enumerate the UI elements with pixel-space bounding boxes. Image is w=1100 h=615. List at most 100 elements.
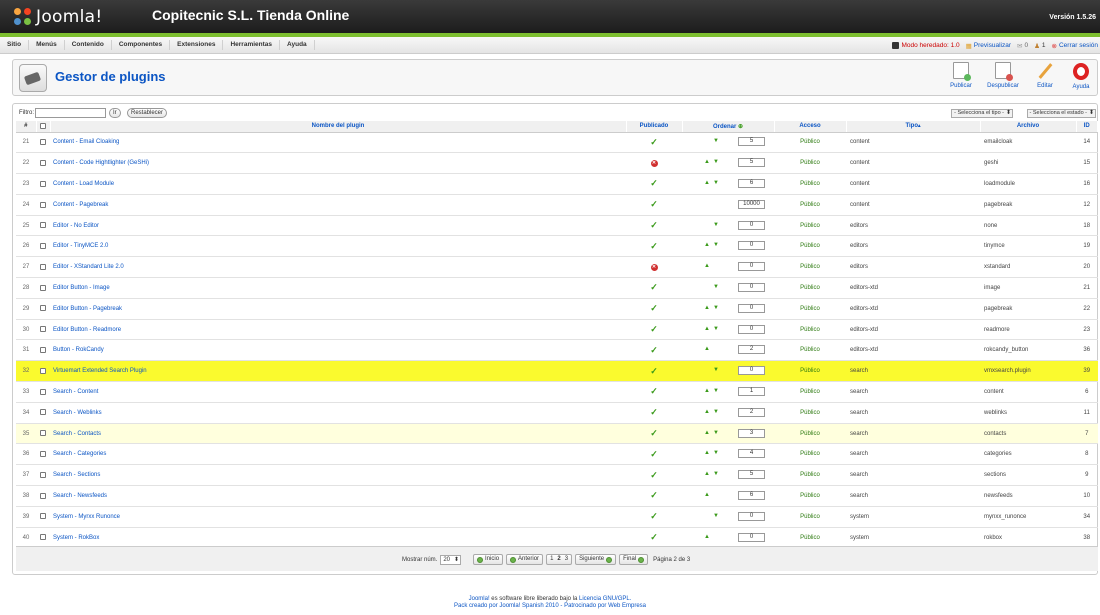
menu-extensiones[interactable]: Extensiones [170,40,224,50]
plugin-name-link[interactable]: Editor Button - Readmore [50,319,626,341]
row-checkbox[interactable] [40,263,46,270]
order-input[interactable]: 2 [738,345,765,355]
published-toggle[interactable]: ✓ [626,194,682,216]
row-checkbox[interactable] [40,367,46,374]
move-up-icon[interactable]: ▲ [704,305,713,311]
row-checkbox[interactable] [40,243,46,250]
plugin-name-link[interactable]: Search - Categories [50,443,626,466]
row-checkbox-cell[interactable] [36,152,50,175]
move-up-icon[interactable]: ▲ [704,471,713,477]
move-up-icon[interactable]: ▲ [704,534,713,540]
menu-componentes[interactable]: Componentes [112,40,171,50]
move-down-icon[interactable]: ▼ [713,242,722,248]
move-down-icon[interactable]: ▼ [713,222,722,228]
move-down-icon[interactable]: ▼ [713,450,722,456]
page-3-link[interactable]: 3 [565,555,568,564]
joomla-link[interactable]: Joomla! [469,596,490,602]
order-input[interactable]: 0 [738,262,765,272]
access-link[interactable]: Público [774,152,846,175]
row-checkbox-cell[interactable] [36,464,50,487]
plugin-name-link[interactable]: Editor - No Editor [50,215,626,237]
access-link[interactable]: Público [774,464,846,487]
move-up-icon[interactable]: ▲ [704,326,713,332]
template-mode-link[interactable]: Modo heredado: 1.0 [892,42,960,49]
order-input[interactable]: 1 [738,386,765,396]
plugin-name-link[interactable]: Search - Weblinks [50,402,626,424]
move-up-icon[interactable]: ▲ [704,388,713,394]
order-input[interactable]: 0 [738,366,765,376]
plugin-name-link[interactable]: Editor Button - Pagebreak [50,298,626,320]
plugin-name-link[interactable]: Search - Content [50,381,626,403]
order-input[interactable]: 0 [738,241,765,251]
move-up-icon[interactable]: ▲ [704,180,713,186]
move-up-icon[interactable]: ▲ [704,159,713,165]
published-toggle[interactable]: ✓ [626,132,682,154]
row-checkbox[interactable] [40,180,46,187]
order-input[interactable]: 2 [738,407,765,417]
row-checkbox-cell[interactable] [36,527,50,549]
type-select[interactable]: - Selecciona el tipo - [951,109,1013,118]
row-checkbox[interactable] [40,305,46,312]
access-link[interactable]: Público [774,423,846,445]
access-link[interactable]: Público [774,132,846,154]
first-page-button[interactable]: Inicio [473,554,504,565]
access-link[interactable]: Público [774,381,846,403]
row-checkbox-cell[interactable] [36,423,50,445]
row-checkbox-cell[interactable] [36,194,50,216]
order-input[interactable]: 3 [738,428,765,438]
gpl-license-link[interactable]: Licencia GNU/GPL. [579,596,631,602]
row-checkbox-cell[interactable] [36,360,50,383]
plugin-name-link[interactable]: System - Myrxx Runonce [50,506,626,528]
header-file[interactable]: Archivo [980,121,1077,133]
header-select-all[interactable] [36,121,51,133]
published-toggle[interactable]: ✓ [626,443,682,466]
order-input[interactable]: 0 [738,303,765,313]
row-checkbox[interactable] [40,284,46,291]
published-toggle[interactable]: ✕ [626,152,682,175]
access-link[interactable]: Público [774,360,846,383]
order-input[interactable]: 6 [738,490,765,500]
row-checkbox-cell[interactable] [36,485,50,507]
header-access[interactable]: Acceso [774,121,847,133]
published-toggle[interactable]: ✓ [626,277,682,299]
row-checkbox-cell[interactable] [36,277,50,299]
published-toggle[interactable]: ✓ [626,464,682,487]
row-checkbox-cell[interactable] [36,443,50,466]
row-checkbox-cell[interactable] [36,235,50,258]
move-down-icon[interactable]: ▼ [713,430,722,436]
published-toggle[interactable]: ✓ [626,381,682,403]
move-down-icon[interactable]: ▼ [713,367,722,373]
row-checkbox-cell[interactable] [36,215,50,237]
order-input[interactable]: 0 [738,282,765,292]
plugin-name-link[interactable]: Search - Newsfeeds [50,485,626,507]
order-input[interactable]: 4 [738,449,765,459]
state-select[interactable]: - Selecciona el estado - [1026,109,1096,118]
joomla-logo[interactable]: Joomla! [14,6,102,28]
row-checkbox[interactable] [40,451,46,458]
publish-button[interactable]: Publicar [945,62,977,90]
move-down-icon[interactable]: ▼ [713,513,722,519]
order-input[interactable]: 5 [738,137,765,147]
plugin-name-link[interactable]: Content - Load Module [50,173,626,195]
access-link[interactable]: Público [774,319,846,341]
row-checkbox[interactable] [40,513,46,520]
published-toggle[interactable]: ✓ [626,485,682,507]
menu-sitio[interactable]: Sitio [0,40,30,50]
row-checkbox-cell[interactable] [36,298,50,320]
access-link[interactable]: Público [774,215,846,237]
row-checkbox[interactable] [40,201,46,208]
order-input[interactable]: 5 [738,158,765,168]
published-toggle[interactable]: ✓ [626,215,682,237]
move-down-icon[interactable]: ▼ [713,388,722,394]
row-checkbox[interactable] [40,471,46,478]
access-link[interactable]: Público [774,298,846,320]
header-order[interactable]: Ordenar ⊕ [682,121,775,133]
page-1-link[interactable]: 1 [550,555,553,564]
move-down-icon[interactable]: ▼ [713,471,722,477]
menu-contenido[interactable]: Contenido [65,40,112,50]
access-link[interactable]: Público [774,173,846,195]
plugin-name-link[interactable]: Search - Contacts [50,423,626,445]
row-checkbox[interactable] [40,347,46,354]
move-down-icon[interactable]: ▼ [713,409,722,415]
published-toggle[interactable]: ✓ [626,173,682,195]
